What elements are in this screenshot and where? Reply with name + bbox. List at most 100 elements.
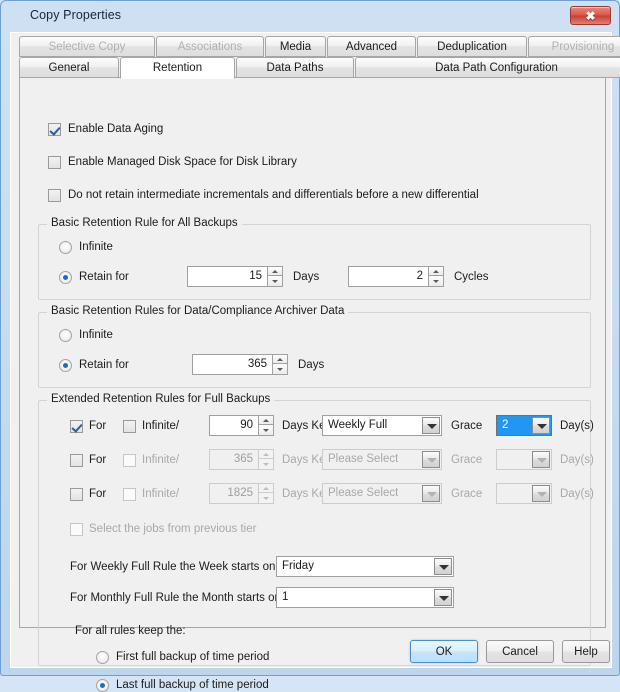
- archiver-infinite-radio[interactable]: [59, 329, 72, 342]
- enable-managed-disk-space-label: Enable Managed Disk Space for Disk Libra…: [68, 156, 297, 168]
- extended-row-3-days-stepper: 1825: [209, 483, 274, 504]
- do-not-retain-checkbox[interactable]: [48, 189, 61, 202]
- tab-retention[interactable]: Retention: [120, 57, 235, 79]
- basic-cycles-input[interactable]: 2: [348, 266, 428, 287]
- extended-row-1-days-stepper[interactable]: 90: [209, 415, 274, 436]
- basic-cycles-unit-label: Cycles: [454, 271, 489, 283]
- chevron-down-icon[interactable]: [434, 558, 452, 575]
- caret-down-icon: [272, 280, 278, 283]
- basic-days-stepper[interactable]: 15: [187, 266, 283, 287]
- extended-row-3-keep-combo: Please Select: [322, 483, 442, 504]
- basic-retain-for-radio[interactable]: [59, 271, 72, 284]
- do-not-retain-label: Do not retain intermediate incrementals …: [68, 189, 479, 201]
- caret-up-icon: [433, 270, 439, 273]
- extended-row-3-keep-value: Please Select: [328, 484, 398, 503]
- cancel-button[interactable]: Cancel: [486, 640, 554, 663]
- basic-infinite-radio[interactable]: [59, 241, 72, 254]
- extended-row-2-for-checkbox[interactable]: [70, 454, 83, 467]
- extended-row-1-keep-combo[interactable]: Weekly Full: [322, 415, 442, 436]
- extended-row-1-days-input[interactable]: 90: [209, 415, 258, 436]
- basic-days-input[interactable]: 15: [187, 266, 267, 287]
- archiver-days-stepper[interactable]: 365: [192, 354, 288, 375]
- caret-down-icon: [263, 497, 269, 500]
- tab-strip: Selective Copy Associations Media Advanc…: [19, 36, 606, 78]
- extended-row-3-for-checkbox[interactable]: [70, 488, 83, 501]
- extended-row-3-grace-label: Grace: [451, 488, 482, 500]
- retention-tab-page: Enable Data Aging Enable Managed Disk Sp…: [19, 77, 606, 628]
- basic-cycles-spin-down[interactable]: [428, 276, 444, 287]
- caret-down-icon: [277, 368, 283, 371]
- week-starts-on-combo[interactable]: Friday: [276, 556, 454, 577]
- basic-days-spin-buttons[interactable]: [267, 266, 283, 287]
- tab-associations[interactable]: Associations: [156, 36, 264, 57]
- tab-media[interactable]: Media: [265, 36, 326, 57]
- enable-data-aging-checkbox[interactable]: [48, 123, 61, 136]
- extended-row-1-grace-combo[interactable]: 2: [496, 415, 552, 436]
- archiver-days-input[interactable]: 365: [192, 354, 272, 375]
- tab-selective-copy[interactable]: Selective Copy: [19, 36, 155, 57]
- archiver-retain-for-radio[interactable]: [59, 359, 72, 372]
- caret-down-icon: [263, 463, 269, 466]
- caret-up-icon: [272, 270, 278, 273]
- basic-cycles-stepper[interactable]: 2: [348, 266, 444, 287]
- for-all-rules-keep-label: For all rules keep the:: [75, 625, 186, 637]
- extended-row-3-grace-combo: [496, 483, 552, 504]
- month-starts-on-value: 1: [282, 588, 288, 607]
- archiver-days-spin-up[interactable]: [272, 354, 288, 364]
- tab-deduplication[interactable]: Deduplication: [417, 36, 527, 57]
- archiver-days-spin-down[interactable]: [272, 364, 288, 375]
- extended-row-2-spin-down: [258, 459, 274, 470]
- extended-row-2-grace-combo: [496, 449, 552, 470]
- extended-row-1-infinite-checkbox[interactable]: [123, 420, 136, 433]
- tab-general[interactable]: General: [19, 57, 119, 78]
- dialog-client-area: Selective Copy Associations Media Advanc…: [10, 32, 612, 668]
- week-starts-on-value: Friday: [282, 557, 314, 576]
- extended-row-3-infinite-label: Infinite/: [142, 488, 179, 500]
- first-full-backup-label: First full backup of time period: [116, 651, 269, 663]
- extended-row-3-days-input: 1825: [209, 483, 258, 504]
- basic-cycles-spin-buttons[interactable]: [428, 266, 444, 287]
- caret-down-icon: [433, 280, 439, 283]
- archiver-days-spin-buttons[interactable]: [272, 354, 288, 375]
- extended-row-3-days-unit-label: Day(s): [560, 488, 594, 500]
- extended-row-2-for-label: For: [89, 454, 106, 466]
- last-full-backup-radio[interactable]: [96, 679, 109, 692]
- close-button[interactable]: ✖: [570, 6, 611, 25]
- ok-button[interactable]: OK: [410, 640, 478, 663]
- month-starts-on-combo[interactable]: 1: [276, 587, 454, 608]
- title-bar: Copy Properties ✖: [1, 1, 619, 31]
- extended-row-2-infinite-checkbox: [123, 454, 136, 467]
- tab-data-paths[interactable]: Data Paths: [236, 57, 354, 78]
- extended-row-1-for-checkbox[interactable]: [70, 420, 83, 433]
- tab-provisioning[interactable]: Provisioning: [528, 36, 620, 57]
- extended-row-3-spin-down: [258, 493, 274, 504]
- basic-cycles-spin-up[interactable]: [428, 266, 444, 276]
- help-button[interactable]: Help: [562, 640, 610, 663]
- tab-data-path-configuration[interactable]: Data Path Configuration: [355, 57, 620, 78]
- extended-retention-group: Extended Retention Rules for Full Backup…: [38, 400, 591, 666]
- window-title: Copy Properties: [30, 8, 121, 22]
- extended-row-1-for-label: For: [89, 420, 106, 432]
- basic-infinite-label: Infinite: [79, 241, 113, 253]
- extended-row-1-spin-down[interactable]: [258, 425, 274, 436]
- extended-row-1-grace-value: 2: [502, 416, 508, 435]
- chevron-down-icon: [532, 485, 550, 502]
- extended-row-1-grace-label: Grace: [451, 420, 482, 432]
- extended-row-2-days-spin-buttons: [258, 449, 274, 470]
- archiver-retention-group-title: Basic Retention Rules for Data/Complianc…: [47, 305, 348, 317]
- tab-advanced[interactable]: Advanced: [327, 36, 416, 57]
- extended-row-1-spin-up[interactable]: [258, 415, 274, 425]
- extended-row-1-keep-value: Weekly Full: [328, 416, 387, 435]
- chevron-down-icon[interactable]: [532, 417, 550, 434]
- first-full-backup-radio[interactable]: [96, 651, 109, 664]
- basic-retain-for-label: Retain for: [79, 271, 129, 283]
- enable-managed-disk-space-checkbox[interactable]: [48, 156, 61, 169]
- chevron-down-icon: [422, 485, 440, 502]
- chevron-down-icon[interactable]: [434, 589, 452, 606]
- basic-days-spin-up[interactable]: [267, 266, 283, 276]
- extended-row-3-days-spin-buttons: [258, 483, 274, 504]
- chevron-down-icon[interactable]: [422, 417, 440, 434]
- basic-days-spin-down[interactable]: [267, 276, 283, 287]
- extended-row-1-days-spin-buttons[interactable]: [258, 415, 274, 436]
- last-full-backup-label: Last full backup of time period: [116, 679, 269, 691]
